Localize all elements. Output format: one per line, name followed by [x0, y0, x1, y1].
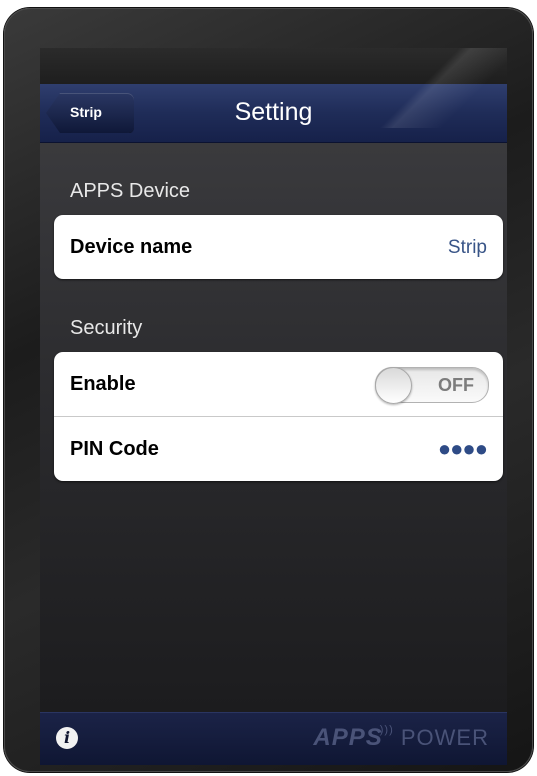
pin-code-label: PIN Code	[70, 438, 159, 460]
enable-label: Enable	[70, 373, 136, 395]
status-strip	[40, 48, 507, 84]
app-screen: Strip Setting APPS Device Device name St…	[40, 48, 507, 765]
device-name-value: Strip	[447, 237, 487, 258]
brand-apps-text: APPS	[313, 724, 383, 751]
device-name-label: Device name	[70, 236, 193, 258]
navigation-bar: Strip Setting	[40, 84, 507, 143]
signal-icon: )))	[379, 724, 394, 736]
toggle-knob	[375, 367, 412, 404]
device-frame: Strip Setting APPS Device Device name St…	[4, 8, 533, 772]
info-icon[interactable]: i	[56, 727, 78, 749]
toggle-state-text: OFF	[438, 375, 474, 395]
enable-cell: Enable OFF	[54, 352, 503, 417]
brand-logo: APPS))) POWER	[313, 724, 489, 752]
section-header-security: Security	[70, 317, 143, 339]
pin-code-value: ●●●●	[437, 436, 488, 461]
brand-power-text: POWER	[400, 725, 489, 750]
settings-content: APPS Device Device name Strip Security E…	[40, 143, 507, 713]
bottom-bar: i APPS))) POWER	[40, 712, 507, 765]
device-name-cell[interactable]: Device name Strip	[54, 215, 503, 279]
page-title: Setting	[234, 98, 313, 126]
security-group: Enable OFF PIN Code ●●●●	[54, 352, 503, 481]
pin-code-cell[interactable]: PIN Code ●●●●	[54, 417, 503, 481]
device-group: Device name Strip	[54, 215, 503, 279]
enable-toggle[interactable]: OFF	[375, 367, 489, 404]
section-header-apps-device: APPS Device	[70, 180, 191, 202]
